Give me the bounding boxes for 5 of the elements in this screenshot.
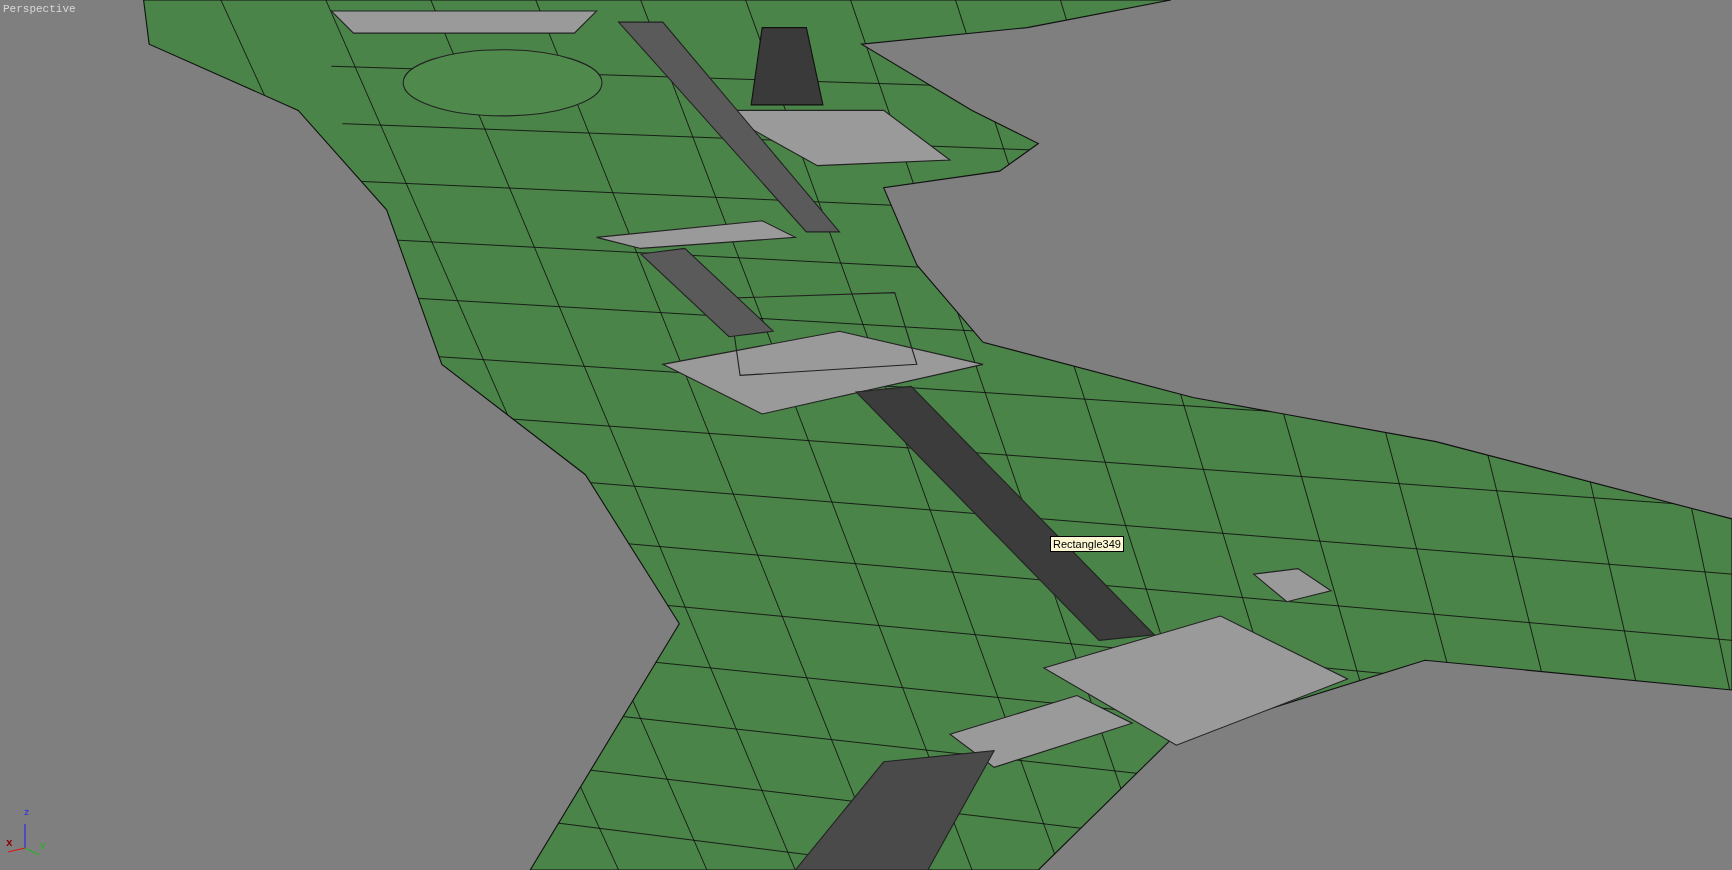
viewport[interactable]: Perspective Rectangle349 z x y <box>0 0 1732 870</box>
object-tooltip: Rectangle349 <box>1050 536 1124 552</box>
x-axis-label: x <box>6 838 13 849</box>
z-axis-label: z <box>24 808 30 818</box>
y-axis-label: y <box>40 841 46 851</box>
